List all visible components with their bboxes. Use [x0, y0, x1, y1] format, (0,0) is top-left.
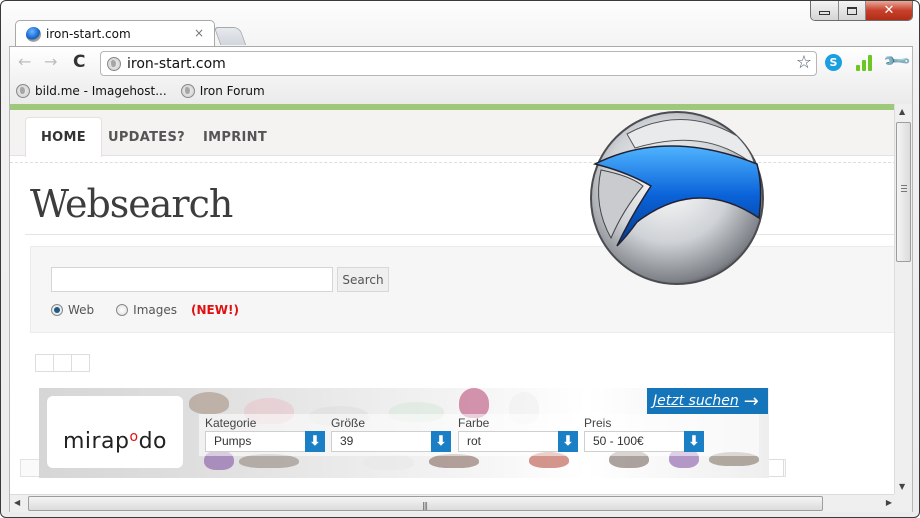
horizontal-scrollbar[interactable]: ◀ ||| ▶ [10, 494, 896, 512]
mirapodo-logo-text: mirapodo [62, 429, 168, 454]
field-label: Preis [584, 416, 612, 430]
wrench-menu-icon[interactable]: 🔧 [882, 46, 913, 77]
srware-iron-logo-icon [590, 111, 764, 285]
url-text[interactable]: iron-start.com [127, 56, 226, 72]
mirapodo-logo[interactable]: mirapodo [47, 396, 183, 468]
bookmark-bild-me[interactable]: bild.me - Imagehost... [16, 84, 167, 98]
scroll-down-icon[interactable]: ▼ [899, 482, 905, 491]
radio-images-label[interactable]: Images [133, 303, 177, 317]
scroll-up-icon[interactable]: ▲ [899, 107, 905, 116]
jetzt-suchen-button[interactable]: Jetzt suchen → [647, 388, 768, 414]
scroll-left-icon[interactable]: ◀ [14, 498, 20, 507]
tab-iron-start[interactable]: iron-start.com × [15, 20, 215, 47]
iron-favicon-icon [26, 26, 41, 42]
search-button[interactable]: Search [337, 267, 389, 292]
vertical-scroll-thumb[interactable] [896, 122, 911, 262]
signal-extension-icon[interactable] [856, 55, 874, 71]
new-tab-button[interactable] [213, 27, 247, 45]
bookmark-label: Iron Forum [199, 84, 265, 98]
ad-field-preis: Preis 50 - 100€ ⬇ [584, 416, 704, 452]
arrow-down-icon[interactable]: ⬇ [305, 431, 325, 452]
radio-web-label[interactable]: Web [68, 303, 94, 317]
ad-field-farbe: Farbe rot ⬇ [458, 416, 578, 452]
minimize-icon [819, 11, 830, 15]
close-window-button[interactable]: ✕ [866, 1, 912, 20]
tab-title: iron-start.com [46, 27, 131, 41]
bookmarks-bar: bild.me - Imagehost... Iron Forum [9, 78, 913, 104]
nav-imprint[interactable]: IMPRINT [188, 117, 282, 157]
vertical-scrollbar[interactable]: ▲ ▼ [894, 104, 912, 494]
mirapodo-ad-banner[interactable]: mirapodo Kategorie Pumps ⬇ Größe 39 ⬇ Farb… [39, 388, 769, 478]
globe-icon [107, 56, 121, 71]
ad-field-groesse: Größe 39 ⬇ [331, 416, 451, 452]
back-button[interactable]: ← [18, 53, 31, 71]
grip-icon: ||| [422, 501, 428, 510]
cta-label: Jetzt suchen [653, 393, 739, 409]
browser-toolbar: ← → C iron-start.com ☆ S 🔧 [9, 46, 913, 78]
bookmark-iron-forum[interactable]: Iron Forum [180, 84, 265, 98]
scrollbar-corner [894, 494, 912, 512]
nav-home[interactable]: HOME [25, 117, 102, 157]
globe-icon [180, 84, 195, 98]
bookmark-star-icon[interactable]: ☆ [796, 52, 812, 73]
address-bar[interactable]: iron-start.com ☆ [100, 51, 817, 76]
tab-close-icon[interactable]: × [194, 26, 204, 40]
globe-icon [16, 84, 30, 98]
skype-extension-icon[interactable]: S [825, 54, 842, 71]
horizontal-scroll-thumb[interactable]: ||| [28, 496, 823, 511]
arrow-down-icon[interactable]: ⬇ [684, 431, 704, 452]
new-badge: (NEW!) [191, 303, 239, 317]
arrow-down-icon[interactable]: ⬇ [431, 431, 451, 452]
arrow-right-icon: → [743, 390, 759, 412]
search-type-options: Web Images (NEW!) [51, 303, 239, 317]
farbe-select[interactable]: rot ⬇ [458, 431, 578, 452]
scroll-right-icon[interactable]: ▶ [886, 498, 892, 507]
pager-cell[interactable] [71, 354, 90, 372]
maximize-icon [847, 6, 857, 15]
reload-button[interactable]: C [73, 53, 85, 71]
groesse-select[interactable]: 39 ⬇ [331, 431, 451, 452]
browser-window: ✕ iron-start.com × ← → C iron-start.com … [0, 0, 920, 518]
window-controls: ✕ [810, 1, 913, 21]
page-viewport: HOME UPDATES? IMPRINT Websearch Search W… [9, 104, 913, 512]
ad-field-kategorie: Kategorie Pumps ⬇ [205, 416, 325, 452]
preis-select[interactable]: 50 - 100€ ⬇ [584, 431, 704, 452]
maximize-button[interactable] [839, 1, 866, 20]
pager [35, 354, 90, 372]
radio-web[interactable] [51, 304, 63, 316]
bookmark-label: bild.me - Imagehost... [35, 84, 167, 98]
search-input[interactable] [51, 267, 333, 292]
tab-strip: iron-start.com × [13, 20, 913, 47]
forward-button[interactable]: → [44, 53, 57, 71]
page-title: Websearch [30, 182, 233, 226]
minimize-button[interactable] [811, 1, 839, 20]
pager-cell[interactable] [35, 354, 54, 372]
radio-images[interactable] [116, 304, 129, 316]
field-label: Farbe [458, 416, 490, 430]
pager-cell[interactable] [53, 354, 72, 372]
kategorie-select[interactable]: Pumps ⬇ [205, 431, 325, 452]
field-label: Kategorie [205, 416, 257, 430]
arrow-down-icon[interactable]: ⬇ [558, 431, 578, 452]
field-label: Größe [331, 416, 366, 430]
nav-updates[interactable]: UPDATES? [93, 117, 200, 157]
